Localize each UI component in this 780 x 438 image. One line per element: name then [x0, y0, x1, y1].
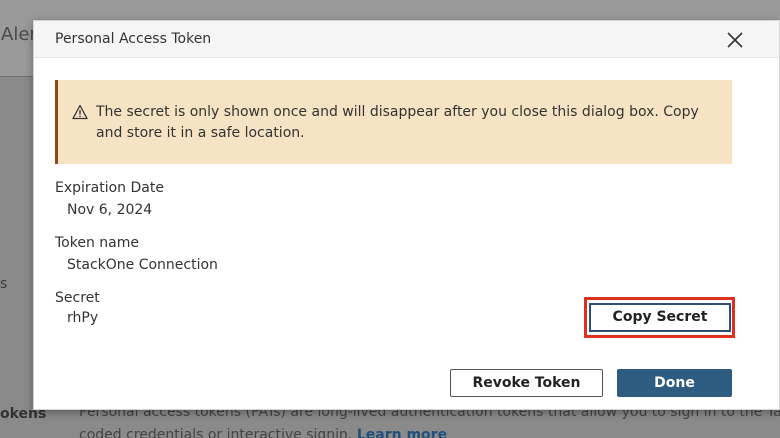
dialog-titlebar: Personal Access Token	[34, 21, 779, 58]
warning-triangle-icon	[72, 104, 88, 120]
dialog-title: Personal Access Token	[55, 31, 212, 47]
background-description-line2: coded credentials or interactive signin.…	[79, 427, 447, 438]
done-button[interactable]: Done	[617, 369, 732, 397]
page: Aler o s blea okens Personal access toke…	[0, 0, 780, 438]
close-button[interactable]	[724, 29, 746, 51]
learn-more-link[interactable]: Learn more	[357, 427, 447, 438]
warning-text: The secret is only shown once and will d…	[96, 104, 699, 141]
expiration-date-label: Expiration Date	[55, 180, 164, 196]
background-row-label: s	[0, 276, 8, 292]
background-tab-alerts: Aler	[1, 24, 37, 45]
secret-label: Secret	[55, 290, 100, 306]
personal-access-token-dialog: Personal Access Token The secret is only…	[33, 20, 780, 410]
token-name-value: StackOne Connection	[67, 257, 218, 273]
token-name-label: Token name	[55, 235, 139, 251]
warning-banner: The secret is only shown once and will d…	[55, 80, 732, 164]
secret-value: rhPy	[67, 310, 99, 326]
copy-secret-button[interactable]: Copy Secret	[589, 303, 731, 332]
close-icon	[727, 32, 743, 48]
background-description-prefix: coded credentials or interactive signin.	[79, 427, 353, 438]
expiration-date-value: Nov 6, 2024	[67, 202, 153, 218]
revoke-token-button[interactable]: Revoke Token	[450, 369, 603, 397]
